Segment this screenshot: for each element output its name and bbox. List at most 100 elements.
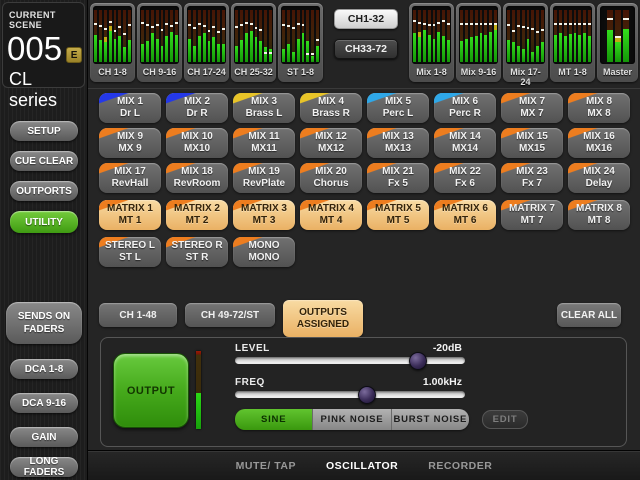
scene-edit-badge: E — [66, 47, 82, 63]
meter-tile-ch-9-16[interactable]: CH 9-16 — [137, 3, 182, 82]
channel-button-mix-11[interactable]: MIX 11MX11 — [233, 128, 295, 158]
meter-screen — [93, 6, 132, 64]
freq-slider-handle[interactable] — [358, 386, 376, 404]
meter-bar — [583, 10, 586, 62]
bottom-tab-oscillator[interactable]: OSCILLATOR — [326, 460, 398, 472]
channel-name: MATRIX 8 — [576, 203, 622, 215]
channel-button-matrix-4[interactable]: MATRIX 4MT 4 — [300, 200, 362, 230]
meter-bar — [297, 10, 300, 62]
filter-tab-ch-49-72-st[interactable]: CH 49-72/ST — [185, 303, 275, 327]
meter-tile-st-1-8[interactable]: ST 1-8 — [278, 3, 323, 82]
bank-button-ch1-32[interactable]: CH1-32 — [334, 9, 398, 29]
channel-button-mix-13[interactable]: MIX 13MX13 — [367, 128, 429, 158]
channel-button-matrix-5[interactable]: MATRIX 5MT 5 — [367, 200, 429, 230]
channel-button-mix-8[interactable]: MIX 8MX 8 — [568, 93, 630, 123]
meter-tile-mix-9-16[interactable]: Mix 9-16 — [456, 3, 501, 82]
channel-button-mix-5[interactable]: MIX 5Perc L — [367, 93, 429, 123]
meter-tile-mt-1-8[interactable]: MT 1-8 — [550, 3, 595, 82]
channel-tag: ST L — [119, 252, 141, 264]
sidebar-button-setup[interactable]: SETUP — [10, 121, 78, 141]
channel-button-mix-12[interactable]: MIX 12MX12 — [300, 128, 362, 158]
meter-tile-master[interactable]: Master — [597, 3, 638, 82]
channel-button-mix-21[interactable]: MIX 21Fx 5 — [367, 163, 429, 193]
meter-screen — [600, 6, 635, 64]
meter-bar — [222, 10, 225, 62]
channel-button-stereo-l[interactable]: STEREO LST L — [99, 237, 161, 267]
channel-button-mix-22[interactable]: MIX 22Fx 6 — [434, 163, 496, 193]
meter-tile-mix-1-8[interactable]: Mix 1-8 — [409, 3, 454, 82]
clear-all-button[interactable]: CLEAR ALL — [557, 303, 621, 327]
channel-button-mix-10[interactable]: MIX 10MX10 — [166, 128, 228, 158]
channel-tag: MX11 — [251, 143, 277, 155]
channel-button-mix-16[interactable]: MIX 16MX16 — [568, 128, 630, 158]
sidebar-button-outports[interactable]: OUTPORTS — [10, 181, 78, 201]
sidebar-button-sends-on-faders[interactable]: SENDS ON FADERS — [6, 302, 82, 344]
channel-button-mix-14[interactable]: MIX 14MX14 — [434, 128, 496, 158]
meter-bar — [442, 10, 445, 62]
meter-tile-mix-17-24[interactable]: Mix 17-24 — [503, 3, 548, 82]
bank-button-ch33-72[interactable]: CH33-72 — [334, 39, 398, 59]
channel-button-mix-6[interactable]: MIX 6Perc R — [434, 93, 496, 123]
channel-button-mix-18[interactable]: MIX 18RevRoom — [166, 163, 228, 193]
filter-tab-ch-1-48[interactable]: CH 1-48 — [99, 303, 177, 327]
waveform-button-sine[interactable]: SINE — [235, 409, 313, 430]
meter-label: Mix 17-24 — [506, 67, 545, 87]
channel-button-mix-15[interactable]: MIX 15MX15 — [501, 128, 563, 158]
channel-tag: MX10 — [184, 143, 210, 155]
channel-grid-row: MIX 17RevHallMIX 18RevRoomMIX 19RevPlate… — [99, 163, 630, 193]
meter-bar — [428, 10, 431, 62]
channel-tag: MT 4 — [320, 215, 343, 227]
sidebar-button-cue-clear[interactable]: CUE CLEAR — [10, 151, 78, 171]
channel-button-mix-2[interactable]: MIX 2Dr R — [166, 93, 228, 123]
sidebar-button-dca-9-16[interactable]: DCA 9-16 — [10, 393, 78, 413]
channel-name: MATRIX 7 — [509, 203, 555, 215]
channel-button-mix-7[interactable]: MIX 7MX 7 — [501, 93, 563, 123]
bottom-tab-recorder[interactable]: RECORDER — [428, 460, 492, 472]
channel-button-mix-9[interactable]: MIX 9MX 9 — [99, 128, 161, 158]
channel-button-mix-24[interactable]: MIX 24Delay — [568, 163, 630, 193]
sidebar-button-gain[interactable]: GAIN — [10, 427, 78, 447]
channel-button-mix-1[interactable]: MIX 1Dr L — [99, 93, 161, 123]
meter-tile-ch-25-32[interactable]: CH 25-32 — [231, 3, 276, 82]
channel-button-matrix-1[interactable]: MATRIX 1MT 1 — [99, 200, 161, 230]
filter-tab-outputs-assigned[interactable]: OUTPUTS ASSIGNED — [283, 300, 363, 337]
waveform-button-burst-noise[interactable]: BURST NOISE — [392, 409, 469, 430]
channel-button-matrix-3[interactable]: MATRIX 3MT 3 — [233, 200, 295, 230]
waveform-button-pink-noise[interactable]: PINK NOISE — [313, 409, 391, 430]
channel-button-mix-4[interactable]: MIX 4Brass R — [300, 93, 362, 123]
sidebar-button-long-faders[interactable]: LONG FADERS — [10, 457, 78, 477]
waveform-selector: SINEPINK NOISEBURST NOISE — [235, 409, 469, 430]
meter-bar — [564, 10, 567, 62]
meter-tile-ch-17-24[interactable]: CH 17-24 — [184, 3, 229, 82]
channel-button-mix-20[interactable]: MIX 20Chorus — [300, 163, 362, 193]
edit-button[interactable]: EDIT — [482, 410, 528, 429]
output-meters-group: Mix 1-8Mix 9-16Mix 17-24MT 1-8 Master — [409, 3, 638, 88]
channel-button-matrix-6[interactable]: MATRIX 6MT 6 — [434, 200, 496, 230]
channel-name: MIX 24 — [583, 166, 615, 178]
meter-label: Master — [600, 67, 635, 77]
channel-tag: Dr L — [120, 108, 140, 120]
channel-button-matrix-7[interactable]: MATRIX 7MT 7 — [501, 200, 563, 230]
meter-bar — [480, 10, 483, 62]
channel-button-stereo-r[interactable]: STEREO RST R — [166, 237, 228, 267]
meter-bar — [156, 10, 159, 62]
sidebar-button-utility[interactable]: UTILITY — [10, 211, 78, 233]
sidebar-button-dca-1-8[interactable]: DCA 1-8 — [10, 359, 78, 379]
channel-tag: Delay — [586, 178, 613, 190]
channel-button-mono[interactable]: MONOMONO — [233, 237, 295, 267]
meter-bar — [170, 10, 173, 62]
oscillator-output-button[interactable]: OUTPUT — [113, 353, 189, 428]
level-slider-handle[interactable] — [409, 352, 427, 370]
meter-tile-ch-1-8[interactable]: CH 1-8 — [90, 3, 135, 82]
channel-button-mix-23[interactable]: MIX 23Fx 7 — [501, 163, 563, 193]
channel-tag: MX13 — [385, 143, 411, 155]
channel-button-mix-19[interactable]: MIX 19RevPlate — [233, 163, 295, 193]
freq-slider[interactable] — [235, 391, 465, 398]
bottom-tab-mute-tap[interactable]: MUTE/ TAP — [236, 460, 296, 472]
channel-button-mix-17[interactable]: MIX 17RevHall — [99, 163, 161, 193]
level-slider[interactable] — [235, 357, 465, 364]
channel-button-mix-3[interactable]: MIX 3Brass L — [233, 93, 295, 123]
channel-grid-row: MIX 1Dr LMIX 2Dr RMIX 3Brass LMIX 4Brass… — [99, 93, 630, 123]
channel-button-matrix-8[interactable]: MATRIX 8MT 8 — [568, 200, 630, 230]
channel-button-matrix-2[interactable]: MATRIX 2MT 2 — [166, 200, 228, 230]
